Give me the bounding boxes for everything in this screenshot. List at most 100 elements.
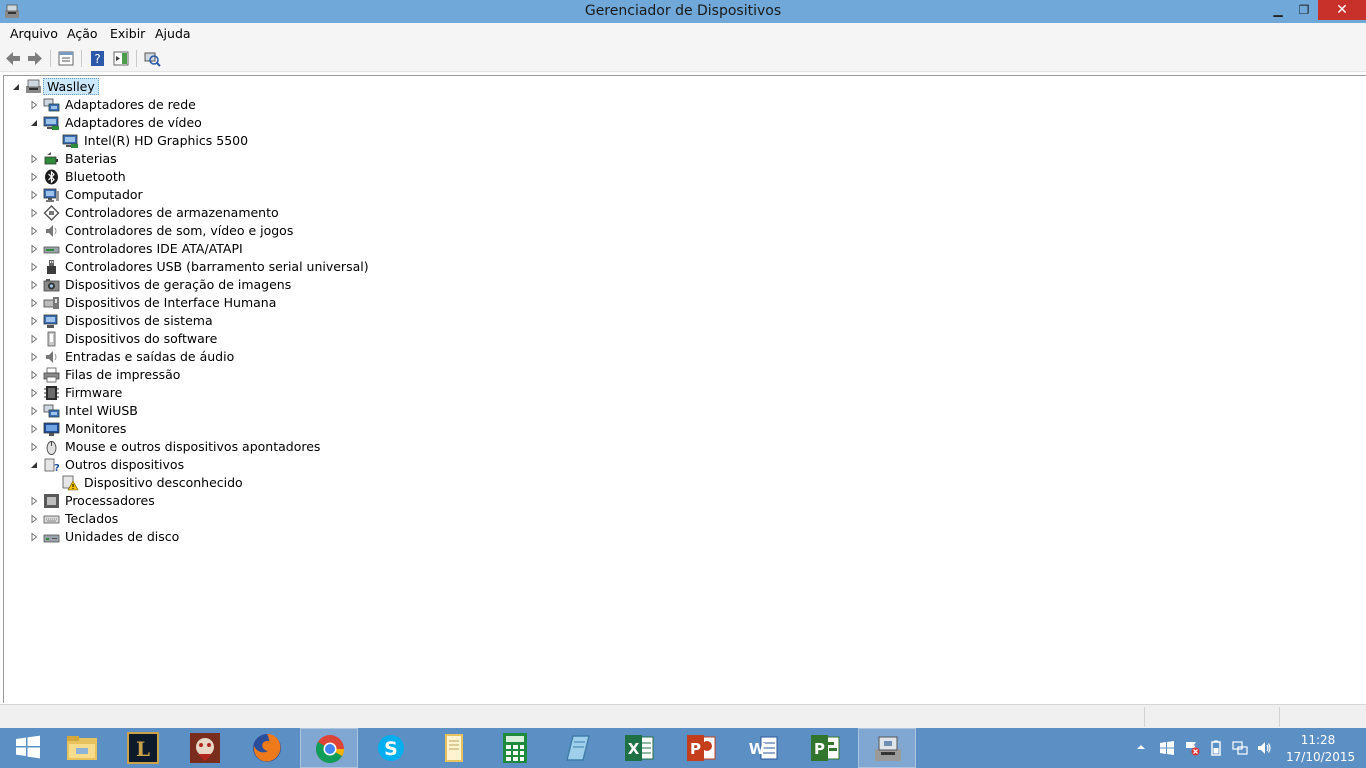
maximize-button[interactable]: ❐ [1291, 0, 1317, 20]
taskbar-word[interactable]: W [734, 728, 792, 768]
expand-arrow-icon[interactable] [30, 496, 38, 506]
tree-category-row[interactable]: Mouse e outros dispositivos apontadores [12, 438, 712, 456]
taskbar-game-app[interactable] [176, 728, 234, 768]
tree-item-label: Processadores [65, 493, 155, 508]
taskbar-device-manager[interactable] [858, 728, 916, 768]
tree-category-row[interactable]: Controladores USB (barramento serial uni… [12, 258, 712, 276]
properties-icon[interactable] [57, 50, 75, 67]
volume-tray-icon[interactable] [1256, 740, 1272, 756]
taskbar-skype[interactable]: S [362, 728, 420, 768]
battery-tray-icon[interactable] [1208, 740, 1224, 756]
tree-category-row[interactable]: Firmware [12, 384, 712, 402]
tree-category-row[interactable]: Computador [12, 186, 712, 204]
tree-category-row[interactable]: Controladores IDE ATA/ATAPI [12, 240, 712, 258]
taskbar-chrome[interactable] [300, 728, 358, 768]
taskbar-powerpoint[interactable]: P [672, 728, 730, 768]
menu-arquivo[interactable]: Arquivo [10, 26, 58, 41]
excel-icon: X [625, 735, 654, 761]
collapse-arrow-icon[interactable] [30, 118, 38, 128]
taskbar-firefox[interactable] [238, 728, 296, 768]
taskbar-project[interactable]: P [796, 728, 854, 768]
taskbar-calculator[interactable] [486, 728, 544, 768]
collapse-arrow-icon[interactable] [12, 82, 20, 92]
tree-category-row[interactable]: Bluetooth [12, 168, 712, 186]
tree-category-row[interactable]: Adaptadores de rede [12, 96, 712, 114]
scan-hardware-icon[interactable] [143, 50, 161, 67]
expand-arrow-icon[interactable] [30, 244, 38, 254]
forward-arrow-icon[interactable] [26, 50, 44, 67]
title-bar[interactable]: Gerenciador de Dispositivos ▁ ❐ ✕ [0, 0, 1366, 23]
network-adapter-icon [43, 98, 60, 112]
expand-arrow-icon[interactable] [30, 352, 38, 362]
menu-ajuda[interactable]: Ajuda [155, 26, 191, 41]
tree-category-row[interactable]: Dispositivos de Interface Humana [12, 294, 712, 312]
expand-arrow-icon[interactable] [30, 514, 38, 524]
tree-item-label: Controladores de som, vídeo e jogos [65, 223, 294, 238]
minimize-button[interactable]: ▁ [1265, 0, 1291, 20]
expand-arrow-icon[interactable] [30, 316, 38, 326]
expand-arrow-icon[interactable] [30, 172, 38, 182]
expand-arrow-icon[interactable] [30, 442, 38, 452]
tree-device-row[interactable]: Dispositivo desconhecido [12, 474, 712, 492]
tree-category-row[interactable]: Unidades de disco [12, 528, 712, 546]
mouse-icon [46, 441, 57, 455]
expand-arrow-icon[interactable] [30, 370, 38, 380]
expand-arrow-icon[interactable] [30, 262, 38, 272]
expand-arrow-icon[interactable] [30, 190, 38, 200]
action-pane-icon[interactable] [112, 50, 130, 67]
tree-category-row[interactable]: Adaptadores de vídeo [12, 114, 712, 132]
back-arrow-icon[interactable] [4, 50, 22, 67]
expand-arrow-icon[interactable] [30, 100, 38, 110]
expand-arrow-icon[interactable] [30, 208, 38, 218]
tree-item-label: Intel WiUSB [65, 403, 138, 418]
expand-arrow-icon[interactable] [30, 388, 38, 398]
taskbar-league-of-legends[interactable]: L [114, 728, 172, 768]
tree-item-label: Baterias [65, 151, 117, 166]
tree-category-row[interactable]: Dispositivos de sistema [12, 312, 712, 330]
toolbar-separator [50, 50, 51, 67]
expand-arrow-icon[interactable] [30, 406, 38, 416]
clock-date[interactable]: 17/10/2015 [1286, 750, 1355, 764]
chrome-icon [316, 735, 344, 763]
network-tray-icon[interactable] [1232, 740, 1248, 756]
expand-arrow-icon[interactable] [30, 280, 38, 290]
tree-root-row[interactable]: Waslley [12, 78, 212, 96]
taskbar-file-explorer[interactable] [52, 728, 110, 768]
tree-category-row[interactable]: Monitores [12, 420, 712, 438]
tree-category-row[interactable]: Intel WiUSB [12, 402, 712, 420]
expand-arrow-icon[interactable] [30, 154, 38, 164]
tree-item-label: Filas de impressão [65, 367, 181, 382]
taskbar-notes-app[interactable] [548, 728, 606, 768]
expand-arrow-icon[interactable] [30, 298, 38, 308]
expand-arrow-icon[interactable] [30, 532, 38, 542]
tray-overflow-arrow-icon[interactable] [1136, 742, 1146, 752]
action-center-flag-icon[interactable] [1184, 740, 1200, 756]
computer-icon [43, 188, 59, 202]
tree-category-row[interactable]: Processadores [12, 492, 712, 510]
taskbar-excel[interactable]: X [610, 728, 668, 768]
expand-arrow-icon[interactable] [30, 334, 38, 344]
expand-arrow-icon[interactable] [30, 424, 38, 434]
tree-category-row[interactable]: Controladores de som, vídeo e jogos [12, 222, 712, 240]
windows-flag-tray-icon[interactable] [1159, 740, 1175, 756]
tree-device-row[interactable]: Intel(R) HD Graphics 5500 [12, 132, 712, 150]
tree-category-row[interactable]: Filas de impressão [12, 366, 712, 384]
close-button[interactable]: ✕ [1318, 0, 1366, 20]
tree-category-row[interactable]: Teclados [12, 510, 712, 528]
tree-category-row[interactable]: Controladores de armazenamento [12, 204, 712, 222]
tree-category-row[interactable]: ? Outros dispositivos [12, 456, 712, 474]
taskbar-folder-docs[interactable] [424, 728, 482, 768]
tree-category-row[interactable]: Dispositivos de geração de imagens [12, 276, 712, 294]
expand-arrow-icon[interactable] [30, 226, 38, 236]
device-tree[interactable]: Waslley Adaptadores de rede Adaptadores d… [3, 75, 1366, 703]
start-button[interactable] [0, 728, 58, 768]
tree-category-row[interactable]: Dispositivos do software [12, 330, 712, 348]
help-icon[interactable]: ? [89, 50, 107, 67]
toolbar-separator [81, 50, 82, 67]
menu-acao[interactable]: Ação [67, 26, 98, 41]
menu-exibir[interactable]: Exibir [110, 26, 145, 41]
clock-time[interactable]: 11:28 [1290, 733, 1346, 747]
tree-category-row[interactable]: Entradas e saídas de áudio [12, 348, 712, 366]
tree-category-row[interactable]: Baterias [12, 150, 712, 168]
collapse-arrow-icon[interactable] [30, 460, 38, 470]
